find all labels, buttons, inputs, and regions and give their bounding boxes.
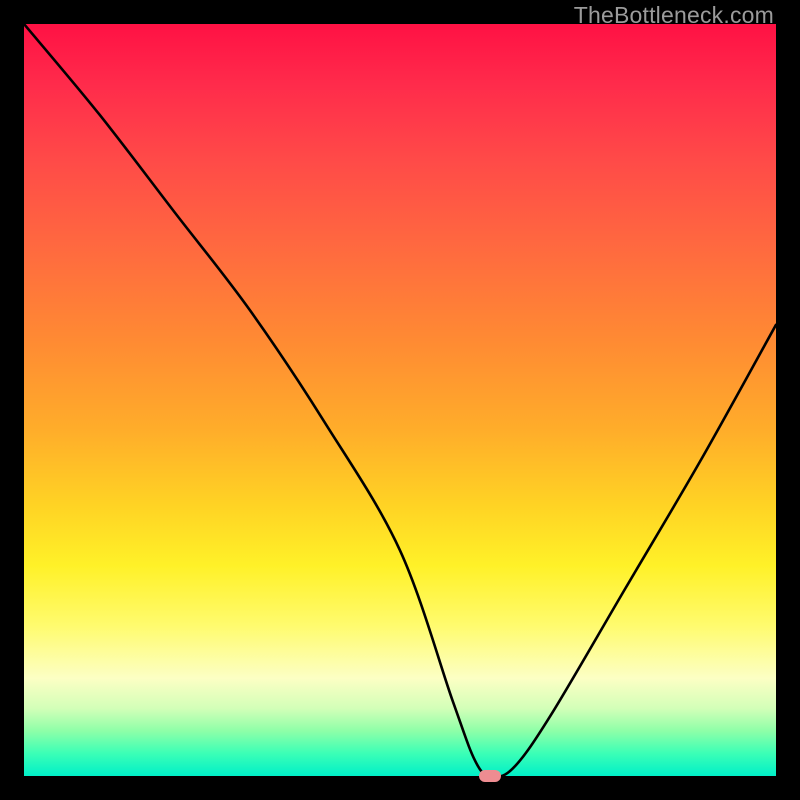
- chart-frame: TheBottleneck.com: [0, 0, 800, 800]
- bottleneck-curve: [24, 24, 776, 776]
- curve-path: [24, 24, 776, 776]
- optimal-point-marker: [479, 770, 501, 782]
- watermark-text: TheBottleneck.com: [574, 2, 774, 29]
- heat-gradient-plot: [24, 24, 776, 776]
